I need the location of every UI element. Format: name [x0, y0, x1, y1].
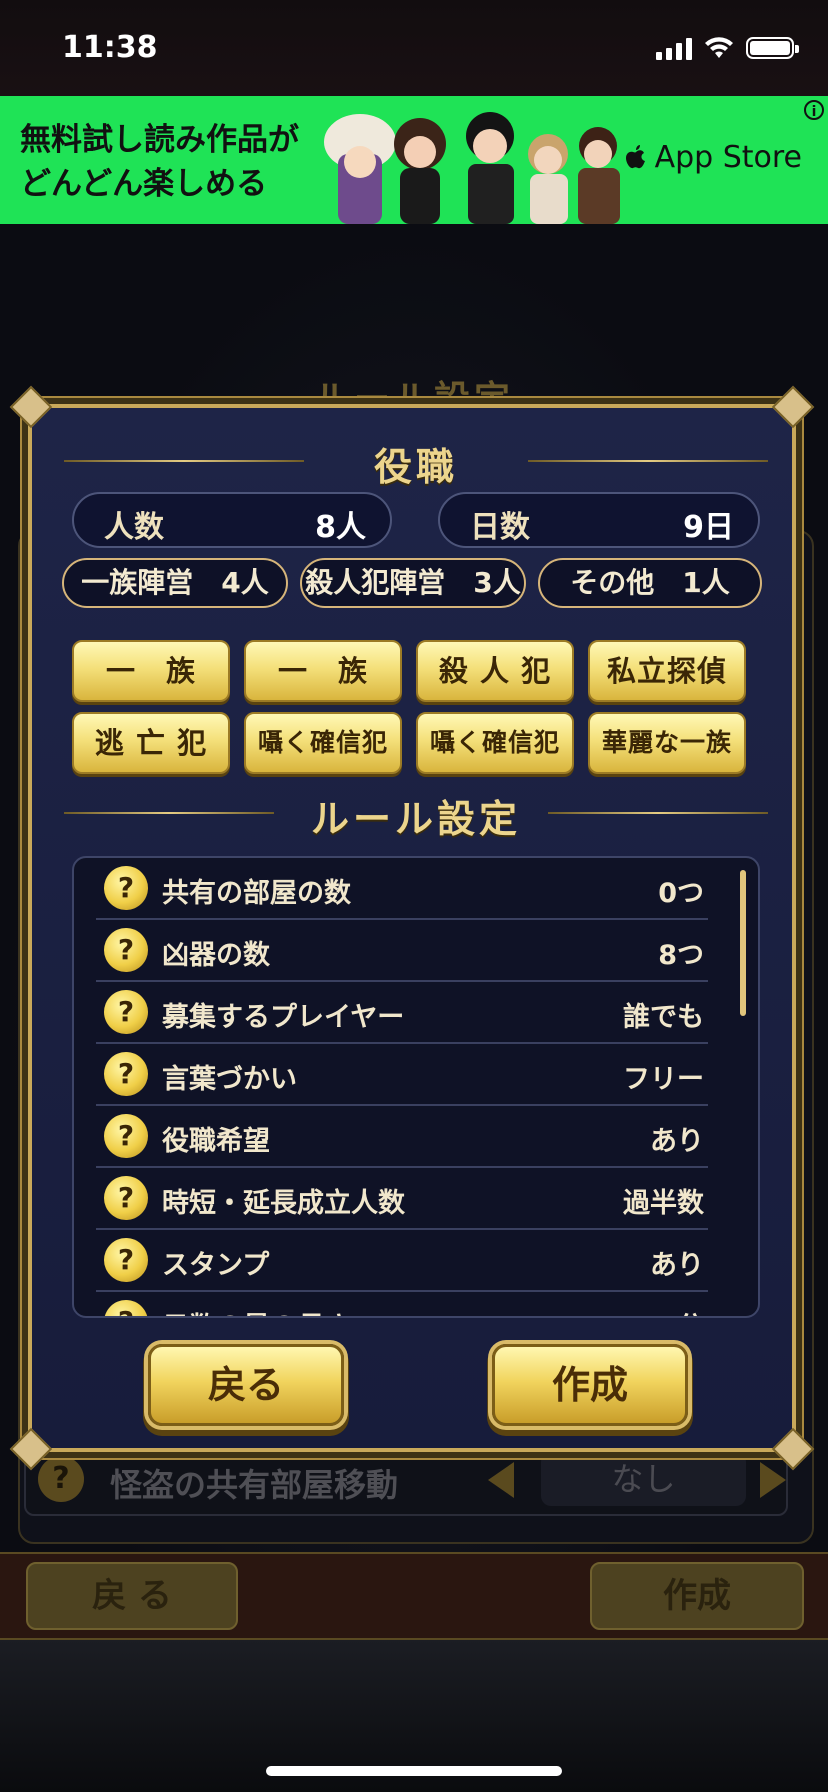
help-icon[interactable]: ?: [104, 928, 148, 972]
apple-icon: [625, 144, 645, 168]
role-card[interactable]: 華麗な一族: [588, 712, 746, 774]
role-card[interactable]: 一 族: [72, 640, 230, 702]
ad-line-2: どんどん楽しめる: [20, 166, 268, 202]
rule-row[interactable]: ? 言葉づかい フリー: [96, 1044, 708, 1106]
rules-scrollbar[interactable]: [740, 870, 746, 1016]
ad-banner[interactable]: 無料試し読み作品が どんどん楽しめる App Store i: [0, 96, 828, 224]
rule-value: 過半数: [623, 1188, 704, 1219]
create-button[interactable]: 作成: [492, 1344, 688, 1426]
wifi-icon: [705, 37, 733, 58]
status-time: 11:38: [62, 30, 158, 65]
role-card[interactable]: 殺 人 犯: [416, 640, 574, 702]
background-rule-value: なし: [541, 1452, 746, 1506]
rule-row[interactable]: ? スタンプ あり: [96, 1230, 708, 1292]
app-store-label: App Store: [654, 140, 802, 175]
day-count: 日数 9日: [438, 492, 760, 548]
role-card[interactable]: 私立探偵: [588, 640, 746, 702]
rule-value: 誰でも: [623, 1002, 704, 1033]
rule-label: 凶器の数: [162, 940, 270, 971]
rule-row[interactable]: ? 時短・延長成立人数 過半数: [96, 1168, 708, 1230]
background-rule-label: 怪盗の共有部屋移動: [110, 1466, 399, 1504]
rule-confirm-dialog: 役職 人数 8人 日数 9日 一族陣営 4人 殺人犯陣営 3人 その他 1人 一…: [9, 385, 815, 1471]
rules-header: ルール設定: [32, 788, 800, 841]
ad-characters-image: [324, 112, 620, 224]
roles-header: 役職: [32, 436, 800, 489]
rule-value: 2分: [658, 1305, 704, 1316]
rule-value: フリー: [623, 1064, 704, 1095]
rule-row[interactable]: ? 共有の部屋の数 0つ: [96, 858, 708, 920]
help-icon[interactable]: ?: [104, 1238, 148, 1282]
rule-label: 役職希望: [162, 1126, 270, 1157]
ad-copy: 無料試し読み作品が どんどん楽しめる: [20, 118, 299, 206]
background-create-button: 作成: [590, 1562, 804, 1630]
rule-row[interactable]: ? 募集するプレイヤー 誰でも: [96, 982, 708, 1044]
rule-label: 日数の最の長さ: [162, 1305, 351, 1316]
ad-line-1: 無料試し読み作品が: [20, 122, 299, 158]
rule-label: 言葉づかい: [162, 1064, 297, 1095]
rules-list[interactable]: ? 共有の部屋の数 0つ ? 凶器の数 8つ ? 募集するプレイヤー 誰でも ?…: [72, 856, 760, 1318]
role-card[interactable]: 逃 亡 犯: [72, 712, 230, 774]
rule-value: あり: [650, 1126, 704, 1157]
player-count-label: 人数: [104, 510, 164, 545]
role-card[interactable]: 囁く確信犯: [416, 712, 574, 774]
camp-family: 一族陣営 4人: [62, 558, 288, 608]
rule-row[interactable]: ? 役職希望 あり: [96, 1106, 708, 1168]
help-icon[interactable]: ?: [104, 1052, 148, 1096]
background-back-button: 戻 る: [26, 1562, 238, 1630]
role-card[interactable]: 囁く確信犯: [244, 712, 402, 774]
help-icon: ?: [38, 1456, 84, 1502]
rule-value: あり: [650, 1250, 704, 1281]
rule-row[interactable]: ? 凶器の数 8つ: [96, 920, 708, 982]
role-card[interactable]: 一 族: [244, 640, 402, 702]
background-rule-row: ? 怪盗の共有部屋移動 なし: [24, 1442, 788, 1516]
help-icon[interactable]: ?: [104, 1176, 148, 1220]
help-icon[interactable]: ?: [104, 990, 148, 1034]
status-icons: [656, 36, 799, 60]
battery-icon: [746, 37, 799, 59]
rules-title: ルール設定: [310, 797, 521, 841]
camp-other: その他 1人: [538, 558, 762, 608]
player-count: 人数 8人: [72, 492, 392, 548]
day-count-label: 日数: [470, 510, 530, 545]
help-icon[interactable]: ?: [104, 866, 148, 910]
help-icon[interactable]: ?: [104, 1114, 148, 1158]
roles-title: 役職: [373, 445, 458, 489]
ad-info-icon[interactable]: i: [804, 100, 824, 120]
rule-label: 時短・延長成立人数: [162, 1188, 405, 1219]
arrow-left-icon: [488, 1462, 514, 1498]
home-indicator[interactable]: [266, 1766, 562, 1776]
arrow-right-icon: [760, 1462, 786, 1498]
camp-murderer: 殺人犯陣営 3人: [300, 558, 526, 608]
help-icon[interactable]: ?: [104, 1300, 148, 1316]
status-bar: 11:38: [0, 0, 828, 96]
app-store-badge[interactable]: App Store: [625, 140, 802, 175]
signal-icon: [656, 36, 692, 60]
day-count-value: 9日: [683, 510, 734, 545]
player-count-value: 8人: [315, 510, 366, 545]
rule-value: 8つ: [658, 940, 704, 971]
back-button[interactable]: 戻る: [148, 1344, 344, 1426]
rule-label: 共有の部屋の数: [162, 878, 351, 909]
rule-label: スタンプ: [162, 1250, 270, 1281]
rule-row[interactable]: ? 日数の最の長さ 2分: [96, 1292, 708, 1316]
rule-value: 0つ: [658, 878, 704, 909]
rule-label: 募集するプレイヤー: [162, 1002, 405, 1033]
